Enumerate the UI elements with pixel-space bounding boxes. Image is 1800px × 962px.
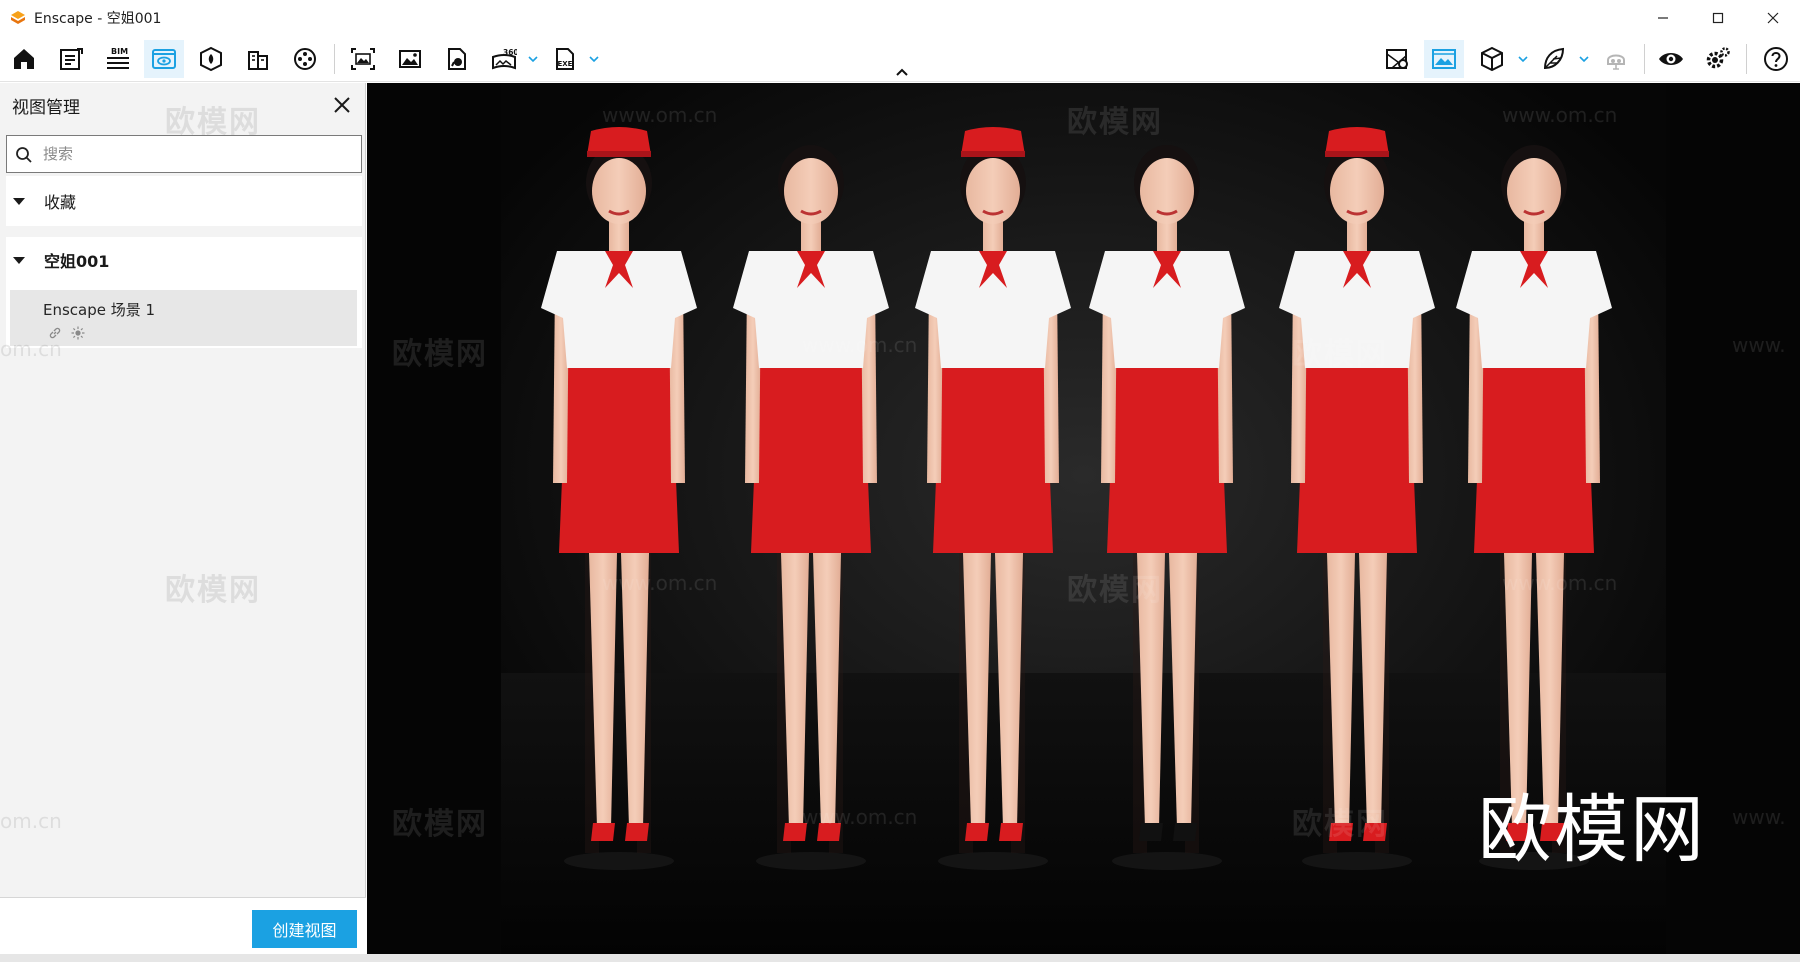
home-button[interactable] bbox=[4, 40, 44, 78]
watermark-logo: 欧模网 bbox=[1478, 787, 1706, 873]
watermark-text: 欧模网 bbox=[392, 807, 488, 842]
watermark-url-edge: www. bbox=[1732, 333, 1786, 357]
bottom-border bbox=[0, 954, 1800, 962]
landscape-image-icon bbox=[1432, 49, 1456, 69]
group-scene: 空姐001 Enscape 场景 1 bbox=[6, 237, 362, 348]
title-bar: Enscape - 空姐001 bbox=[0, 0, 1800, 36]
watermark-url: www.om.cn bbox=[602, 571, 718, 595]
chevron-down-icon bbox=[528, 56, 538, 63]
feather-button[interactable] bbox=[1534, 40, 1574, 78]
view-mode-button[interactable] bbox=[1651, 40, 1691, 78]
watermark-url: om.cn bbox=[0, 337, 62, 361]
group-header-scene[interactable]: 空姐001 bbox=[6, 237, 362, 283]
render-360-dropdown[interactable] bbox=[526, 50, 540, 68]
watermark-text: 欧模网 bbox=[165, 573, 261, 608]
help-button[interactable] bbox=[1756, 40, 1796, 78]
cube-dropdown[interactable] bbox=[1516, 50, 1530, 68]
view-name: Enscape 场景 1 bbox=[43, 301, 156, 319]
batch-render-button[interactable] bbox=[390, 40, 430, 78]
caret-down-icon bbox=[13, 198, 25, 205]
group-header-favorites[interactable]: 收藏 bbox=[6, 176, 362, 226]
watermark-url: www.om.cn bbox=[1502, 103, 1618, 127]
home-icon bbox=[14, 49, 34, 69]
settings-button[interactable] bbox=[1698, 40, 1738, 78]
cube-icon bbox=[1481, 46, 1503, 72]
watermark-url-edge: www. bbox=[1732, 805, 1786, 829]
collapse-toolbar-button[interactable] bbox=[893, 66, 911, 78]
maximize-icon bbox=[1712, 12, 1723, 24]
create-view-button[interactable]: 创建视图 bbox=[252, 910, 357, 948]
vr-headset-icon bbox=[1607, 54, 1625, 70]
film-reel-icon bbox=[294, 48, 316, 70]
eye-icon bbox=[1659, 53, 1683, 65]
map-location-icon bbox=[1386, 49, 1408, 69]
bim-button[interactable]: BIM bbox=[98, 40, 138, 78]
enscape-logo-icon bbox=[11, 11, 25, 24]
exe-label: EXE bbox=[558, 60, 573, 68]
panorama-360-icon: 360 bbox=[492, 48, 517, 70]
chevron-down-icon bbox=[1518, 56, 1528, 63]
visual-settings-button[interactable] bbox=[1424, 40, 1464, 78]
window-title: Enscape - 空姐001 bbox=[34, 11, 162, 27]
view-eye-icon bbox=[152, 49, 176, 69]
material-editor-button[interactable] bbox=[285, 40, 325, 78]
watermark-url: om.cn bbox=[0, 809, 62, 833]
feather-icon bbox=[1543, 47, 1565, 70]
close-window-button[interactable] bbox=[1745, 0, 1800, 36]
watermark-text: 欧模网 bbox=[1067, 573, 1163, 608]
chevron-down-icon bbox=[589, 56, 599, 63]
panel-close-icon[interactable] bbox=[330, 93, 354, 117]
watermark-url: www.om.cn bbox=[602, 103, 718, 127]
watermark-text: 欧模网 bbox=[1292, 807, 1388, 842]
watermark-text: 欧模网 bbox=[165, 105, 261, 140]
chevron-down-icon bbox=[1579, 56, 1589, 63]
view-management-panel: 视图管理 收藏 空姐001 Enscape 场景 1 欧模网 om.cn 欧模网… bbox=[0, 83, 366, 962]
screenshot-icon bbox=[351, 48, 375, 70]
cube-view-button[interactable] bbox=[1472, 40, 1512, 78]
maximize-button[interactable] bbox=[1690, 0, 1745, 36]
asset-library-button[interactable] bbox=[191, 40, 231, 78]
image-icon bbox=[399, 50, 421, 68]
close-icon bbox=[1767, 12, 1778, 24]
sun-icon bbox=[71, 326, 85, 340]
view-management-button[interactable] bbox=[144, 40, 184, 78]
watermark-url: www.om.cn bbox=[1502, 571, 1618, 595]
render-360-button[interactable]: 360 bbox=[484, 40, 524, 78]
minimize-icon bbox=[1657, 17, 1668, 19]
group-label: 空姐001 bbox=[44, 252, 110, 271]
exe-file-icon: EXE bbox=[556, 48, 574, 70]
export-panorama-button[interactable] bbox=[437, 40, 477, 78]
watermark-url: www.om.cn bbox=[802, 805, 918, 829]
site-context-button[interactable] bbox=[238, 40, 278, 78]
help-icon bbox=[1764, 47, 1788, 71]
panel-title: 视图管理 bbox=[12, 98, 80, 118]
asset-library-icon bbox=[200, 46, 222, 72]
bim-label: BIM bbox=[111, 47, 128, 56]
feather-dropdown[interactable] bbox=[1577, 50, 1591, 68]
notes-button[interactable] bbox=[51, 40, 91, 78]
document-export-icon bbox=[448, 48, 466, 70]
search-input[interactable] bbox=[43, 142, 353, 166]
chevron-up-icon bbox=[896, 68, 908, 76]
group-label: 收藏 bbox=[44, 193, 77, 212]
map-view-button[interactable] bbox=[1377, 40, 1417, 78]
export-dropdown[interactable] bbox=[587, 50, 601, 68]
gear-icon bbox=[1706, 47, 1730, 69]
watermark-text: 欧模网 bbox=[1292, 337, 1388, 372]
buildings-icon bbox=[248, 51, 268, 70]
search-icon bbox=[16, 147, 32, 163]
watermark-text: 欧模网 bbox=[392, 337, 488, 372]
view-list-item[interactable]: Enscape 场景 1 bbox=[10, 290, 357, 346]
caret-down-icon bbox=[13, 257, 25, 264]
minimize-button[interactable] bbox=[1635, 0, 1690, 36]
capture-image-button[interactable] bbox=[343, 40, 383, 78]
bim-icon: BIM bbox=[107, 47, 129, 69]
export-exe-button[interactable]: EXE bbox=[545, 40, 585, 78]
vr-headset-button[interactable] bbox=[1596, 40, 1636, 78]
panel-footer: 创建视图 bbox=[0, 897, 366, 962]
watermark-url: www.om.cn bbox=[802, 333, 918, 357]
notes-icon bbox=[60, 48, 83, 70]
watermark-text: 欧模网 bbox=[1067, 105, 1163, 140]
